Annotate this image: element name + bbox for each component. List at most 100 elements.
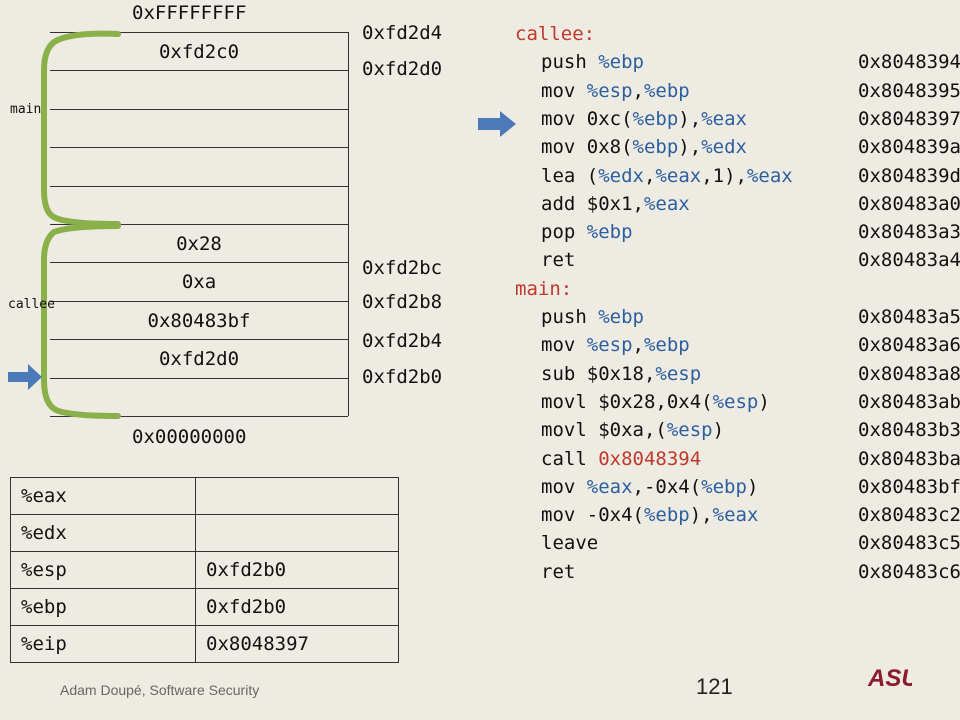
instruction-line: mov %eax,-0x4(%ebp) 0x80483bf <box>541 473 960 501</box>
register-name: %eax <box>10 477 196 515</box>
register-operand: %ebp <box>643 504 690 527</box>
instruction-line: push %ebp 0x8048394 <box>541 48 960 76</box>
instruction-opcode: mov <box>541 79 587 102</box>
instruction-opcode: add <box>541 192 587 215</box>
instruction-opcode: call <box>541 447 599 470</box>
stack-pointer-arrow-icon <box>8 364 42 390</box>
instruction-address: 0x80483c5 <box>858 532 960 555</box>
instruction-operand: ,1), <box>701 164 747 187</box>
instruction-line: mov %esp,%ebp 0x80483a6 <box>541 331 960 359</box>
register-row: %esp 0xfd2b0 <box>10 551 399 589</box>
register-operand: %ebp <box>598 306 644 328</box>
stack-address-label: 0xfd2b4 <box>362 330 443 352</box>
instruction-opcode: leave <box>541 532 599 555</box>
instruction-operand: ( <box>586 164 599 187</box>
instruction-line: call 0x8048394 0x80483ba <box>541 445 960 473</box>
instruction-pointer-arrow-icon <box>478 111 516 137</box>
instruction-opcode: push <box>541 306 599 328</box>
instruction-address: 0x80483a3 <box>858 221 960 244</box>
instruction-operand: 0x8048394 <box>598 447 702 470</box>
register-operand: %edx <box>598 164 644 187</box>
instruction-address: 0x8048395 <box>858 79 960 102</box>
instruction-operand: $0x1, <box>586 192 644 215</box>
instruction-operand: ), <box>678 107 702 130</box>
register-operand: %ebp <box>701 475 747 498</box>
instruction-line: lea (%edx,%eax,1),%eax 0x804839d <box>541 162 960 190</box>
page-number: 121 <box>696 674 733 699</box>
instruction-operand: 0xc( <box>586 107 633 130</box>
register-operand: %ebp <box>643 334 690 357</box>
instruction-address: 0x80483a0 <box>858 192 960 215</box>
register-operand: %ebp <box>643 79 690 102</box>
instruction-operand: ) <box>712 419 725 442</box>
instruction-address: 0x80483c2 <box>858 504 960 527</box>
instruction-line: ret 0x80483a4 <box>541 246 960 274</box>
instruction-address: 0x8048394 <box>858 51 960 74</box>
instruction-line: mov -0x4(%ebp),%eax 0x80483c2 <box>541 501 960 529</box>
instruction-operand: ) <box>758 390 770 413</box>
instruction-operand: , <box>632 334 644 357</box>
register-row: %edx <box>10 514 399 552</box>
registers-table: %eax %edx %esp 0xfd2b0 %ebp 0xfd2b0 %eip 0x8048… <box>10 477 399 663</box>
instruction-line: leave 0x80483c5 <box>541 529 960 557</box>
stack-address-label: 0xfd2d0 <box>362 58 443 80</box>
instruction-line: push %ebp 0x80483a5 <box>541 303 960 331</box>
register-operand: %eax <box>643 192 690 215</box>
register-operand: %eax <box>586 475 633 498</box>
register-operand: %esp <box>655 362 702 385</box>
instruction-line: movl $0x28,0x4(%esp) 0x80483ab <box>541 388 960 416</box>
instruction-opcode: mov <box>541 334 587 357</box>
instruction-opcode: ret <box>541 249 576 272</box>
register-row: %ebp 0xfd2b0 <box>10 588 399 626</box>
main-frame-bracket <box>41 30 121 227</box>
instruction-opcode: pop <box>541 221 587 244</box>
register-name: %esp <box>10 551 196 589</box>
instruction-address: 0x80483ab <box>858 390 960 413</box>
instruction-address: 0x80483a6 <box>858 334 960 357</box>
register-operand: %ebp <box>586 221 633 244</box>
instruction-opcode: lea <box>541 164 587 187</box>
register-operand: %eax <box>746 164 793 187</box>
instruction-opcode: sub <box>541 362 587 385</box>
instruction-operand: , <box>643 164 656 187</box>
register-row: %eip 0x8048397 <box>10 625 399 663</box>
register-value: 0xfd2b0 <box>195 551 399 589</box>
instruction-address: 0x8048397 <box>858 107 960 130</box>
register-value <box>195 514 399 552</box>
stack-address-label: 0xfd2bc <box>362 257 443 279</box>
stack-address-label: 0xfd2b8 <box>362 291 443 313</box>
register-operand: %ebp <box>632 107 679 130</box>
register-operand: %eax <box>701 107 747 130</box>
register-row: %eax <box>10 477 399 515</box>
instruction-line: pop %ebp 0x80483a3 <box>541 218 960 246</box>
asu-logo-text: ASU <box>867 665 912 690</box>
instruction-operand: ) <box>746 475 759 498</box>
instruction-line: ret 0x80483c6 <box>541 558 960 586</box>
instruction-line: mov %esp,%ebp 0x8048395 <box>541 77 960 105</box>
instruction-operand: ), <box>678 136 702 159</box>
main-frame-label: main <box>10 102 42 117</box>
stack-address-label: 0xfd2b0 <box>362 366 443 388</box>
register-operand: %eax <box>655 164 702 187</box>
instruction-operand: $0x18, <box>586 362 656 385</box>
register-operand: %esp <box>586 79 633 102</box>
function-label: callee: <box>515 23 596 45</box>
register-operand: %ebp <box>598 51 644 74</box>
instruction-operand: $0x28,0x4( <box>598 390 713 413</box>
instruction-line: sub $0x18,%esp 0x80483a8 <box>541 360 960 388</box>
instruction-operand: $0xa,( <box>598 419 667 442</box>
instruction-address: 0x804839d <box>858 164 960 187</box>
instruction-line: mov 0xc(%ebp),%eax 0x8048397 <box>541 105 960 133</box>
instruction-address: 0x80483b3 <box>858 419 960 442</box>
instruction-address: 0x80483ba <box>858 447 960 470</box>
footer-author: Adam Doupé, Software Security <box>60 682 260 698</box>
instruction-address: 0x80483bf <box>858 475 960 498</box>
instruction-opcode: push <box>541 51 599 74</box>
register-value <box>195 477 399 515</box>
instruction-address: 0x80483c6 <box>858 560 960 583</box>
register-operand: %ebp <box>632 136 679 159</box>
instruction-address: 0x80483a8 <box>858 362 960 385</box>
register-value: 0x8048397 <box>195 625 399 663</box>
instruction-opcode: mov <box>541 136 587 159</box>
instruction-address: 0x804839a <box>858 136 960 159</box>
